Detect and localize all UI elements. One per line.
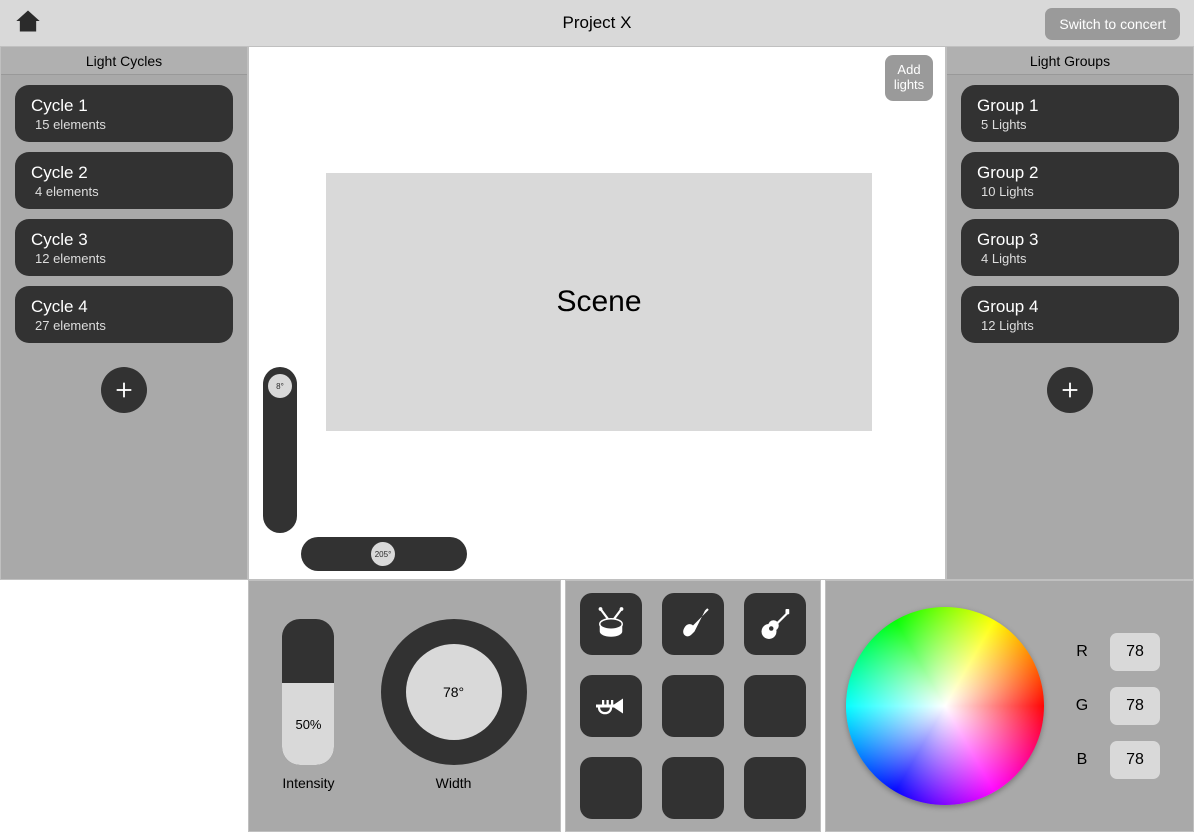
- preset-trumpet-button[interactable]: [580, 675, 642, 737]
- cycle-name: Cycle 3: [31, 229, 217, 251]
- top-bar: Project X Switch to concert: [0, 0, 1194, 46]
- intensity-slider[interactable]: 50%: [282, 619, 334, 765]
- preset-empty-button[interactable]: [744, 675, 806, 737]
- intensity-width-panel: 50% Intensity 78° Width: [248, 580, 561, 832]
- group-name: Group 2: [977, 162, 1163, 184]
- r-value-input[interactable]: 78: [1110, 633, 1160, 671]
- group-name: Group 1: [977, 95, 1163, 117]
- project-title: Project X: [563, 13, 632, 33]
- instrument-preset-panel: [565, 580, 821, 832]
- preset-empty-button[interactable]: [744, 757, 806, 819]
- cycle-item[interactable]: Cycle 1 15 elements: [15, 85, 233, 142]
- color-panel: R 78 G 78 B 78: [825, 580, 1194, 832]
- add-lights-button[interactable]: Add lights: [885, 55, 933, 101]
- r-label: R: [1074, 643, 1090, 661]
- cycle-item[interactable]: Cycle 4 27 elements: [15, 286, 233, 343]
- cycle-item[interactable]: Cycle 3 12 elements: [15, 219, 233, 276]
- cycle-sub: 4 elements: [31, 184, 217, 199]
- add-cycle-button[interactable]: [101, 367, 147, 413]
- width-value: 78°: [406, 644, 502, 740]
- pan-slider-knob[interactable]: 205°: [371, 542, 395, 566]
- group-item[interactable]: Group 3 4 Lights: [961, 219, 1179, 276]
- cycle-sub: 15 elements: [31, 117, 217, 132]
- group-item[interactable]: Group 4 12 Lights: [961, 286, 1179, 343]
- b-value-input[interactable]: 78: [1110, 741, 1160, 779]
- add-group-button[interactable]: [1047, 367, 1093, 413]
- scene-placeholder[interactable]: Scene: [326, 173, 872, 431]
- group-item[interactable]: Group 1 5 Lights: [961, 85, 1179, 142]
- color-wheel[interactable]: [846, 607, 1044, 805]
- pan-slider[interactable]: 205°: [301, 537, 467, 571]
- trumpet-icon: [593, 688, 629, 724]
- light-cycles-header: Light Cycles: [1, 47, 247, 75]
- cycle-sub: 12 elements: [31, 251, 217, 266]
- plus-icon: [1059, 379, 1081, 401]
- preset-electric-guitar-button[interactable]: [662, 593, 724, 655]
- preset-empty-button[interactable]: [580, 757, 642, 819]
- light-cycles-panel: Light Cycles Cycle 1 15 elements Cycle 2…: [0, 46, 248, 580]
- g-value-input[interactable]: 78: [1110, 687, 1160, 725]
- cycle-sub: 27 elements: [31, 318, 217, 333]
- acoustic-guitar-icon: [757, 606, 793, 642]
- electric-guitar-icon: [675, 606, 711, 642]
- b-label: B: [1074, 751, 1090, 769]
- plus-icon: [113, 379, 135, 401]
- cycle-name: Cycle 4: [31, 296, 217, 318]
- group-sub: 10 Lights: [977, 184, 1163, 199]
- tilt-slider-knob[interactable]: 8°: [268, 374, 292, 398]
- home-icon[interactable]: [14, 7, 42, 35]
- cycle-name: Cycle 1: [31, 95, 217, 117]
- light-groups-header: Light Groups: [947, 47, 1193, 75]
- group-sub: 5 Lights: [977, 117, 1163, 132]
- switch-to-concert-button[interactable]: Switch to concert: [1045, 8, 1180, 40]
- width-dial[interactable]: 78°: [381, 619, 527, 765]
- group-name: Group 4: [977, 296, 1163, 318]
- intensity-value: 50%: [282, 683, 334, 765]
- group-name: Group 3: [977, 229, 1163, 251]
- preset-drum-button[interactable]: [580, 593, 642, 655]
- cycle-item[interactable]: Cycle 2 4 elements: [15, 152, 233, 209]
- scene-canvas: Add lights Scene 8° 205°: [248, 46, 946, 580]
- width-label: Width: [436, 775, 472, 791]
- cycle-name: Cycle 2: [31, 162, 217, 184]
- preset-empty-button[interactable]: [662, 675, 724, 737]
- group-item[interactable]: Group 2 10 Lights: [961, 152, 1179, 209]
- preset-empty-button[interactable]: [662, 757, 724, 819]
- drum-icon: [593, 606, 629, 642]
- light-groups-panel: Light Groups Group 1 5 Lights Group 2 10…: [946, 46, 1194, 580]
- tilt-slider[interactable]: 8°: [263, 367, 297, 533]
- group-sub: 12 Lights: [977, 318, 1163, 333]
- intensity-label: Intensity: [282, 775, 334, 791]
- preset-acoustic-guitar-button[interactable]: [744, 593, 806, 655]
- group-sub: 4 Lights: [977, 251, 1163, 266]
- g-label: G: [1074, 697, 1090, 715]
